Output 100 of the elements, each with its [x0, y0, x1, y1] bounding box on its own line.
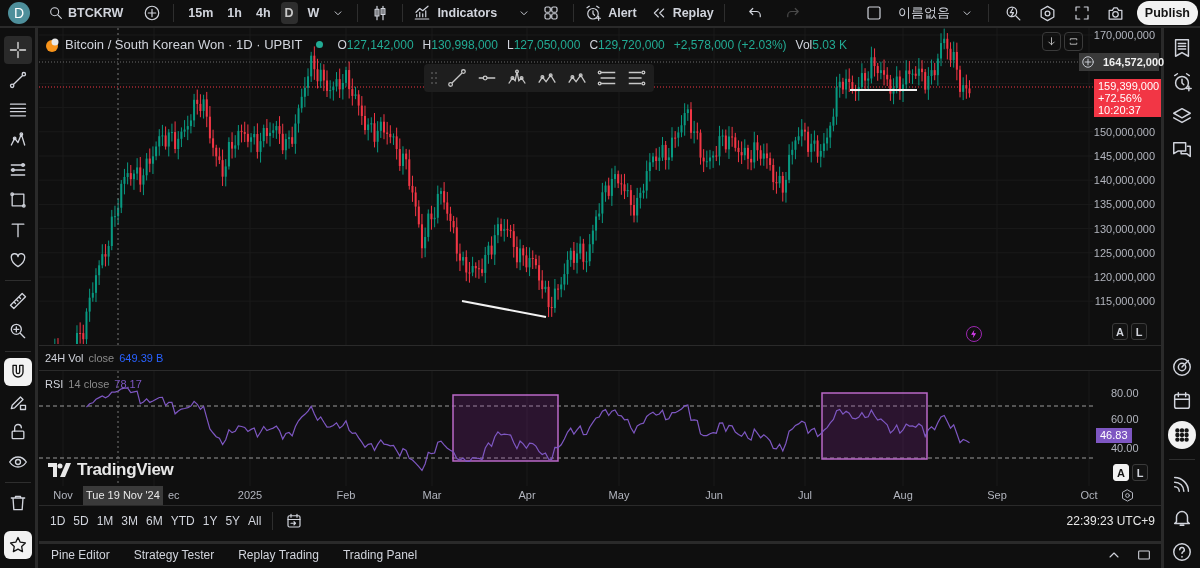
price-label: 150,000,000	[1093, 124, 1155, 139]
layout-name[interactable]: 이름없음	[897, 3, 950, 23]
drag-handle-icon[interactable]	[430, 71, 438, 85]
time-label: Sep	[987, 488, 1007, 502]
interval-tab[interactable]: D	[280, 2, 298, 24]
bar-chart-icon	[413, 4, 432, 22]
scale-toggle[interactable]: L	[1131, 323, 1147, 340]
price-label: 145,000,000	[1093, 149, 1155, 163]
price-change: +2,578,000 (+2.03%)	[673, 36, 787, 54]
crosshair-price: 164,572,000	[1103, 54, 1165, 70]
interval-tab[interactable]: 4h	[251, 2, 275, 24]
axis-settings-icon	[1120, 488, 1135, 503]
time-label: May	[608, 488, 630, 502]
range-button[interactable]: 6M	[145, 511, 164, 530]
ohlc-value: 127,142,000	[346, 36, 414, 54]
range-button[interactable]: 5Y	[224, 511, 242, 530]
add-level-button[interactable]	[1081, 55, 1095, 69]
scale-toggle[interactable]: A	[1113, 464, 1129, 481]
ohlc-value: 129,720,000	[598, 36, 665, 54]
panel-tab[interactable]: Replay Trading	[238, 546, 319, 564]
ohlc-label: H	[422, 36, 432, 54]
apps-button[interactable]	[1168, 421, 1196, 449]
volume-value: 5.03 K	[812, 36, 847, 54]
symbol-title[interactable]: Bitcoin / South Korean Won · 1D · UPBIT	[65, 35, 303, 55]
panel-tab[interactable]: Trading Panel	[342, 546, 418, 564]
favorites-button[interactable]	[3, 531, 32, 559]
price-label: 130,000,000	[1093, 221, 1155, 236]
range-button[interactable]: YTD	[169, 511, 196, 530]
trend-line-tool-icon	[7, 70, 28, 90]
price-label: 115,000,000	[1094, 294, 1155, 309]
interval-tab[interactable]: 1h	[223, 2, 246, 24]
go-to-date-icon	[285, 511, 304, 530]
search-icon	[48, 5, 64, 21]
compare-icon	[143, 4, 162, 22]
range-button[interactable]: 3M	[120, 511, 140, 530]
panel-tab[interactable]: Pine Editor	[51, 546, 110, 564]
reset-scale-button[interactable]	[1064, 32, 1083, 51]
target-icon	[1171, 356, 1193, 378]
rsi-scale-label: 60.00	[1111, 412, 1139, 426]
indicator-params: close	[88, 350, 115, 366]
range-button[interactable]: All	[247, 511, 263, 530]
ohlc-value: 130,998,000	[431, 36, 498, 54]
publish-button[interactable]: Publish	[1136, 1, 1198, 25]
price-label: 135,000,000	[1093, 197, 1155, 212]
crosshair-tool-icon	[7, 40, 28, 60]
scroll-down-button[interactable]	[1042, 32, 1061, 51]
symbol-search[interactable]: BTCKRW	[48, 3, 124, 23]
time-label: Jun	[705, 488, 723, 502]
alarm-clock-icon	[584, 4, 603, 22]
timezone-clock[interactable]: 22:39:23 UTC+9	[1066, 511, 1155, 530]
shape-tool-icon	[7, 190, 28, 210]
indicator-name: 24H Vol	[45, 350, 84, 366]
axis-settings-button[interactable]	[1120, 488, 1135, 503]
reset-scale-icon	[1067, 35, 1080, 48]
scale-toggle[interactable]: L	[1132, 464, 1148, 481]
layout-icon	[864, 4, 883, 22]
indicator-params: 14 close	[68, 377, 110, 392]
add-level-icon	[1081, 55, 1095, 69]
range-button[interactable]: 1M	[95, 511, 115, 530]
price-label: 120,000,000	[1093, 270, 1155, 284]
indicators-button[interactable]: Indicators	[413, 3, 498, 23]
bitcoin-icon	[45, 37, 59, 52]
price-change-percent: +72.56%	[1098, 92, 1143, 104]
volume-label: Vol	[795, 36, 813, 54]
range-button[interactable]: 5D	[72, 511, 90, 530]
rsi-scale-label: 40.00	[1111, 441, 1139, 455]
interval-tab[interactable]: 15m	[184, 2, 218, 24]
crosshair-tool[interactable]	[3, 36, 32, 64]
rsi-last-value: 46.83	[1096, 428, 1132, 443]
ohlc-value: 127,050,000	[513, 36, 581, 54]
templates-icon	[542, 4, 561, 22]
trend-line[interactable]	[461, 300, 547, 318]
ohlc-label: C	[589, 36, 599, 54]
alert-button[interactable]: Alert	[584, 3, 637, 23]
ruler-tool-icon	[7, 291, 28, 311]
interval-tab[interactable]: W	[303, 2, 324, 24]
trend-line-icon[interactable]	[446, 67, 468, 89]
logo-icon	[48, 462, 72, 477]
rectangle-drawing[interactable]	[821, 392, 928, 460]
rectangle-drawing[interactable]	[452, 394, 559, 462]
time-label: Aug	[893, 488, 913, 502]
price-label: 125,000,000	[1093, 245, 1155, 260]
ohlc-label: O	[337, 36, 347, 54]
scroll-down-icon	[1045, 35, 1058, 48]
fullscreen-icon	[1072, 4, 1091, 22]
crosshair-date: Tue 19 Nov '24	[83, 486, 163, 505]
time-label: ec	[168, 488, 180, 502]
brand-logo: TradingView	[77, 459, 174, 481]
magnet-button[interactable]	[3, 358, 32, 386]
user-avatar[interactable]: D	[8, 2, 30, 24]
replay-button[interactable]: Replay	[650, 3, 714, 23]
range-button[interactable]: 1D	[49, 511, 67, 530]
bar-countdown: 10:20:37	[1098, 104, 1142, 116]
range-button[interactable]: 1Y	[201, 511, 219, 530]
time-label: Mar	[422, 488, 442, 502]
panel-tab[interactable]: Strategy Tester	[133, 546, 215, 564]
scale-toggle[interactable]: A	[1112, 323, 1128, 340]
indicator-name: RSI	[45, 377, 64, 392]
calendar-icon	[1171, 390, 1193, 412]
time-label: 2025	[237, 488, 263, 502]
